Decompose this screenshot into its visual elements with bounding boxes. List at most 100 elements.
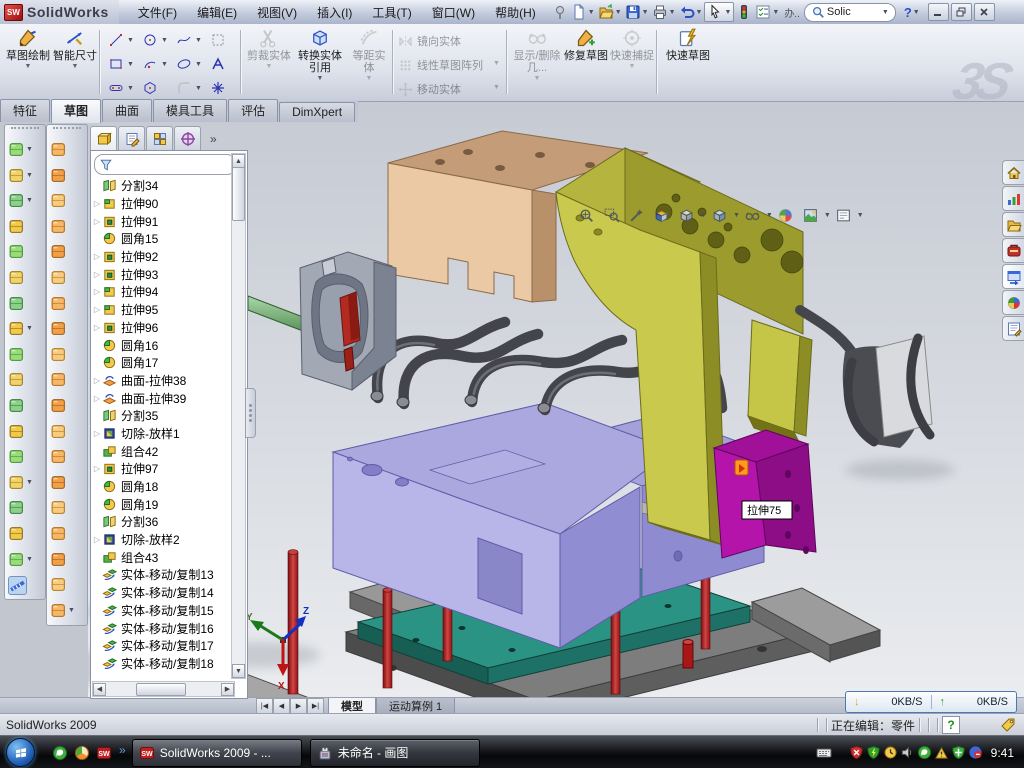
dropdown-icon[interactable]: ▼ — [824, 212, 831, 219]
dropdown-icon[interactable]: ▼ — [669, 9, 676, 16]
tree-item[interactable]: ▷拉伸90 — [92, 195, 234, 213]
next-tab-button[interactable]: ▶ — [290, 698, 307, 714]
insert-feature-icon[interactable]: ▼ — [8, 474, 33, 491]
quick-launch-overflow[interactable]: » — [119, 743, 126, 757]
dropdown-icon[interactable]: ▼ — [615, 9, 622, 16]
scroll-right-button[interactable]: ▶ — [221, 683, 234, 696]
tree-item[interactable]: 圆角18 — [92, 478, 234, 496]
new-document-icon[interactable]: ▼ — [570, 3, 596, 21]
extruded-surface-icon[interactable] — [50, 192, 67, 209]
slot-tool-icon[interactable] — [106, 78, 126, 98]
tree-item[interactable]: 圆角19 — [92, 495, 234, 513]
dropdown-icon[interactable]: ▼ — [161, 37, 168, 44]
menu-item-窗口(W)[interactable]: 窗口(W) — [423, 1, 484, 24]
tree-item[interactable]: ▷拉伸91 — [92, 212, 234, 230]
edit-appearance-icon[interactable] — [773, 204, 798, 226]
extruded-boss-icon[interactable]: ▼ — [8, 141, 33, 158]
menu-item-帮助(H)[interactable]: 帮助(H) — [486, 1, 545, 24]
keyboard-layout-icon[interactable] — [815, 746, 833, 760]
dropdown-icon[interactable]: ▼ — [772, 9, 779, 16]
prev-tab-button[interactable]: ◀ — [273, 698, 290, 714]
task-button[interactable]: 未命名 - 画图 — [310, 739, 480, 767]
scroll-thumb[interactable] — [136, 683, 186, 696]
curve-icon[interactable]: ▼ — [8, 551, 33, 568]
dropdown-icon[interactable]: ▼ — [733, 212, 740, 219]
zoom-area-icon[interactable] — [599, 204, 624, 226]
defender-icon[interactable] — [951, 745, 966, 760]
menu-item-插入(I)[interactable]: 插入(I) — [308, 1, 361, 24]
scroll-left-button[interactable]: ◀ — [93, 683, 106, 696]
offset-surface-icon[interactable] — [50, 295, 67, 312]
shell-icon[interactable] — [8, 269, 25, 286]
select-icon[interactable]: ▼ — [704, 2, 734, 22]
body-folder-icon[interactable] — [8, 423, 25, 440]
solidworks-quick-icon[interactable]: SW — [96, 745, 112, 761]
fillet-feature-icon[interactable]: ▼ — [8, 192, 33, 209]
dropdown-icon[interactable]: ▼ — [317, 75, 324, 82]
dropdown-icon[interactable]: ▼ — [72, 63, 79, 70]
expand-icon[interactable]: ▷ — [92, 199, 102, 208]
menu-item-编辑(E)[interactable]: 编辑(E) — [188, 1, 246, 24]
tree-item[interactable]: 实体-移动/复制18 — [92, 655, 234, 673]
tree-item[interactable]: 实体-移动/复制17 — [92, 637, 234, 655]
expand-icon[interactable]: ▷ — [92, 217, 102, 226]
scroll-thumb[interactable] — [232, 167, 245, 221]
dropdown-icon[interactable]: ▼ — [195, 37, 202, 44]
close-button[interactable] — [974, 3, 995, 21]
swept-boss-icon[interactable] — [8, 218, 25, 235]
tree-item[interactable]: 实体-移动/复制16 — [92, 619, 234, 637]
boundary-surface-icon[interactable] — [50, 218, 67, 235]
expand-icon[interactable]: ▷ — [92, 535, 102, 544]
network-speed-widget[interactable]: ↓ 0KB/S ↑ 0KB/S — [845, 691, 1017, 713]
tree-item[interactable]: 圆角15 — [92, 230, 234, 248]
doc-tab-运动算例 1[interactable]: 运动算例 1 — [376, 698, 455, 714]
ellipse-tool-icon[interactable] — [174, 54, 194, 74]
expand-icon[interactable]: ▷ — [92, 394, 102, 403]
knit-surface-icon[interactable] — [50, 499, 67, 516]
ruled-surface-icon[interactable] — [50, 525, 67, 542]
view-orientation-icon[interactable] — [674, 204, 699, 226]
tree-item[interactable]: ▷切除-放样1 — [92, 425, 234, 443]
toolbar-grip[interactable] — [53, 127, 81, 135]
print-icon[interactable]: ▼ — [651, 3, 677, 21]
toolbar-overflow-label[interactable]: 办.. — [784, 5, 800, 20]
search-box[interactable]: ▼ — [804, 3, 896, 22]
menu-item-工具(T)[interactable]: 工具(T) — [363, 1, 420, 24]
split-body-icon[interactable] — [8, 397, 25, 414]
browser-quick-icon[interactable] — [74, 745, 90, 761]
measure-icon[interactable] — [8, 576, 27, 595]
update-icon[interactable] — [883, 745, 898, 760]
messenger-tray-icon[interactable] — [917, 745, 932, 760]
scroll-down-button[interactable]: ▼ — [232, 664, 245, 678]
dropdown-icon[interactable]: ▼ — [724, 9, 731, 16]
extruded-cut-icon[interactable]: ▼ — [8, 167, 33, 184]
task-button[interactable]: SWSolidWorks 2009 - ... — [132, 739, 302, 767]
display-style-icon[interactable] — [707, 204, 732, 226]
toolbar-grip[interactable] — [11, 127, 39, 135]
save-icon[interactable]: ▼ — [624, 3, 650, 21]
repair-sketch-icon[interactable]: 修复草图 — [564, 28, 608, 96]
undo-icon[interactable]: ▼ — [678, 3, 704, 21]
revolved-surface-icon[interactable] — [50, 167, 67, 184]
dropdown-icon[interactable]: ▼ — [195, 85, 202, 92]
tree-item[interactable]: 分割35 — [92, 407, 234, 425]
tree-item[interactable]: ▷拉伸93 — [92, 265, 234, 283]
move-body-icon[interactable] — [8, 371, 25, 388]
tree-filter-box[interactable] — [94, 154, 236, 175]
tab-DimXpert[interactable]: DimXpert — [279, 102, 355, 122]
section-view-icon[interactable] — [649, 204, 674, 226]
magnified-selection-icon[interactable] — [624, 204, 649, 226]
tree-item[interactable]: 圆角17 — [92, 354, 234, 372]
dropdown-icon[interactable]: ▼ — [642, 9, 649, 16]
move-copy-bodies-icon[interactable] — [8, 448, 25, 465]
dome-icon[interactable] — [50, 576, 67, 593]
search-input[interactable] — [825, 5, 881, 19]
dropdown-icon[interactable]: ▼ — [588, 9, 595, 16]
dimxpertmanager-tab-icon[interactable] — [174, 126, 201, 151]
tab-特征[interactable]: 特征 — [0, 99, 50, 122]
circle-tool-icon[interactable] — [140, 30, 160, 50]
wrap-icon[interactable] — [8, 295, 25, 312]
part-slide-insert[interactable] — [714, 430, 816, 558]
panel-tabs-overflow[interactable]: » — [210, 132, 217, 146]
tree-item[interactable]: ▷拉伸97 — [92, 460, 234, 478]
